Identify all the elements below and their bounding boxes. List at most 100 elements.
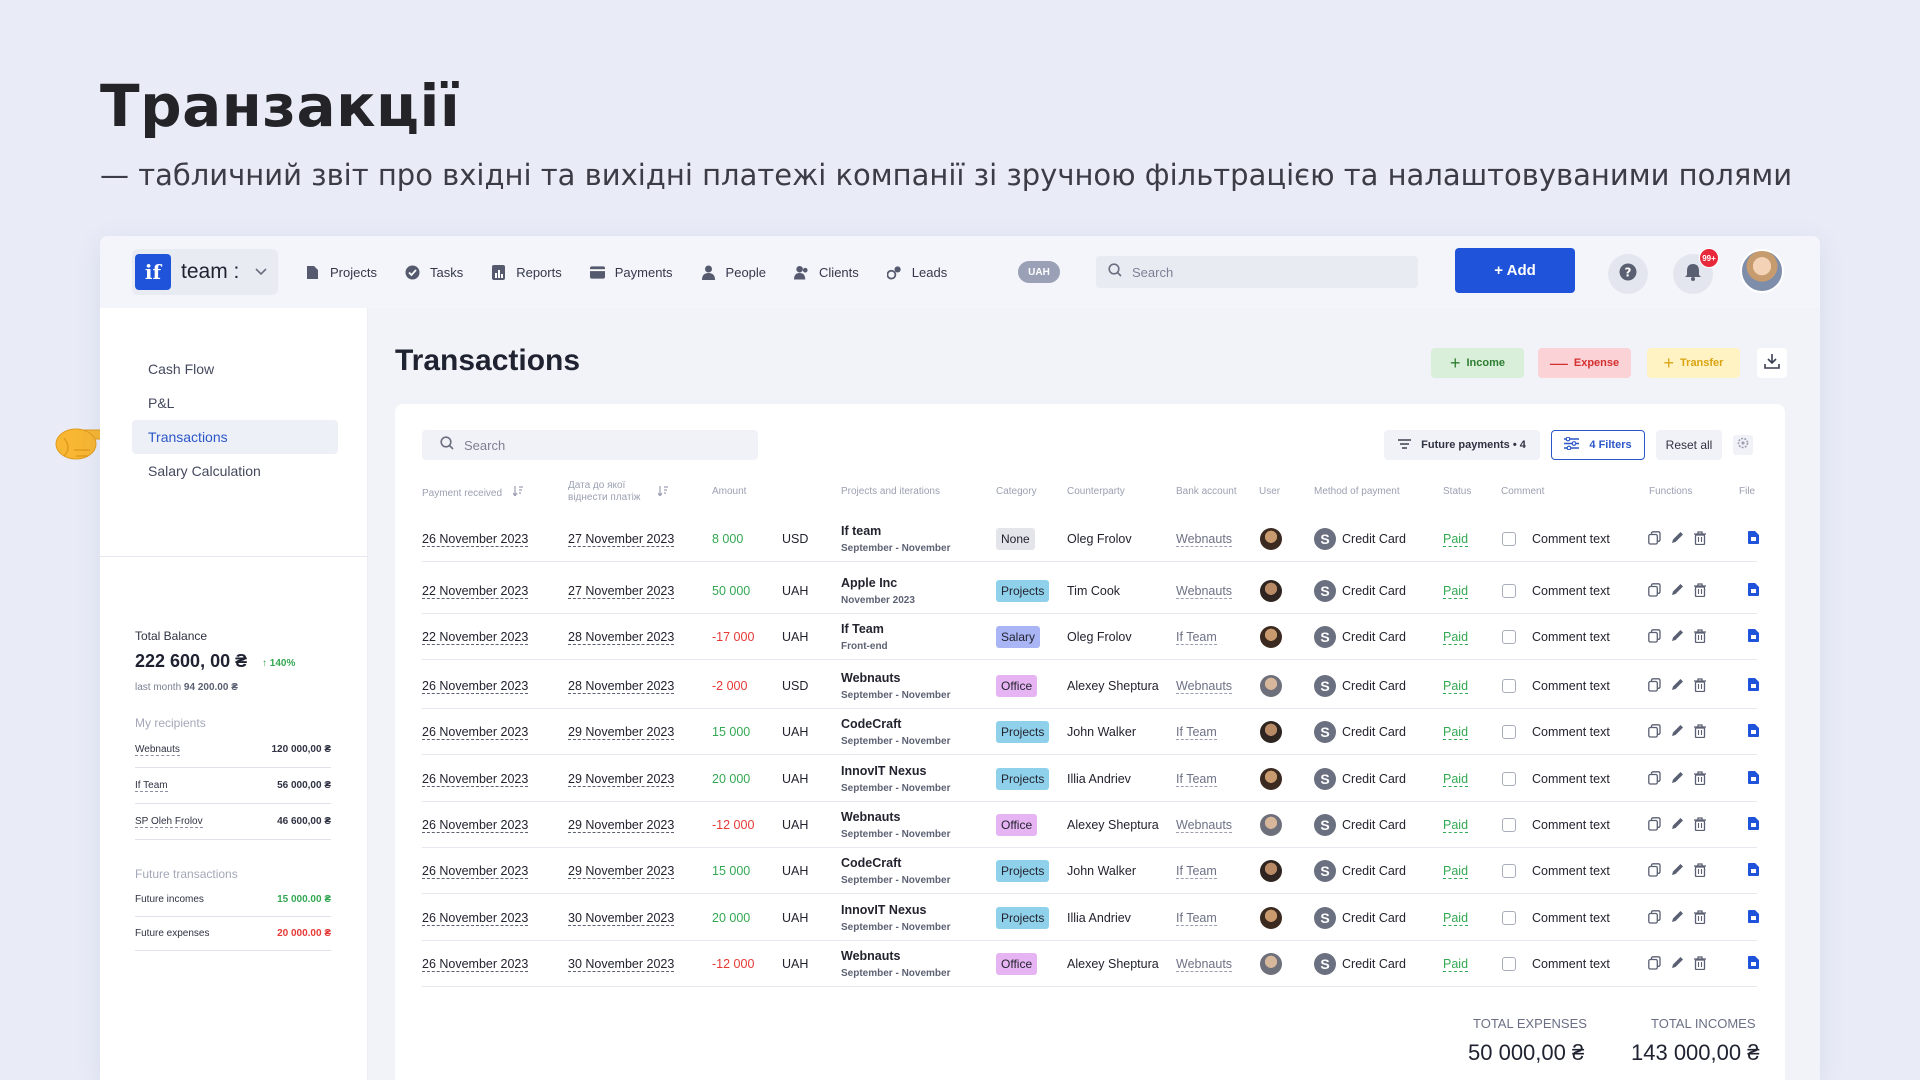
- category-tag[interactable]: Projects: [996, 907, 1050, 929]
- payment-received-date[interactable]: 26 November 2023: [422, 957, 529, 972]
- col-counterparty[interactable]: Counterparty: [1067, 486, 1125, 498]
- copy-icon[interactable]: [1648, 955, 1661, 973]
- avatar[interactable]: [1260, 860, 1282, 882]
- comment-text[interactable]: Comment text: [1532, 630, 1610, 644]
- file-icon[interactable]: [1748, 817, 1759, 833]
- bank-account-link[interactable]: If Team: [1176, 725, 1217, 740]
- bank-account-link[interactable]: If Team: [1176, 911, 1217, 926]
- col-payment-received[interactable]: Payment received: [422, 486, 523, 500]
- payment-received-date[interactable]: 22 November 2023: [422, 584, 529, 599]
- file-icon[interactable]: [1748, 910, 1759, 926]
- pencil-icon[interactable]: [1671, 863, 1684, 879]
- filters-button[interactable]: 4 Filters: [1551, 430, 1645, 460]
- comment-text[interactable]: Comment text: [1532, 532, 1610, 546]
- recipient-name[interactable]: Webnauts: [135, 744, 180, 756]
- col-bank[interactable]: Bank account: [1176, 486, 1237, 498]
- trash-icon[interactable]: [1694, 862, 1706, 880]
- category-tag[interactable]: Office: [996, 675, 1038, 697]
- col-projects[interactable]: Projects and iterations: [841, 486, 940, 498]
- project-cell[interactable]: If team September - November: [841, 516, 950, 562]
- file-icon[interactable]: [1748, 771, 1759, 787]
- trash-icon[interactable]: [1694, 582, 1706, 600]
- trash-icon[interactable]: [1694, 909, 1706, 927]
- attribution-date[interactable]: 29 November 2023: [568, 864, 675, 879]
- reset-all-button[interactable]: Reset all: [1656, 430, 1722, 460]
- recipient-name[interactable]: SP Oleh Frolov: [135, 816, 203, 828]
- table-row[interactable]: 22 November 2023 28 November 2023 -17 000 U…: [422, 614, 1759, 660]
- transfer-button[interactable]: + Transfer: [1647, 348, 1740, 378]
- income-button[interactable]: + Income: [1431, 348, 1524, 378]
- col-file[interactable]: File: [1739, 486, 1755, 498]
- category-tag[interactable]: Projects: [996, 580, 1050, 602]
- status-badge[interactable]: Paid: [1443, 772, 1469, 787]
- comment-text[interactable]: Comment text: [1532, 957, 1610, 971]
- sidebar-item-salary-calculation[interactable]: Salary Calculation: [132, 454, 338, 488]
- pencil-icon[interactable]: [1671, 817, 1684, 833]
- sidebar-item-transactions[interactable]: Transactions: [132, 420, 338, 454]
- copy-icon[interactable]: [1648, 909, 1661, 927]
- avatar[interactable]: [1260, 953, 1282, 975]
- file-icon[interactable]: [1748, 724, 1759, 740]
- help-button[interactable]: ?: [1608, 254, 1648, 294]
- trash-icon[interactable]: [1694, 628, 1706, 646]
- attribution-date[interactable]: 30 November 2023: [568, 957, 675, 972]
- col-functions[interactable]: Functions: [1649, 486, 1692, 498]
- category-tag[interactable]: Projects: [996, 768, 1050, 790]
- copy-icon[interactable]: [1648, 628, 1661, 646]
- pencil-icon[interactable]: [1671, 583, 1684, 599]
- comment-text[interactable]: Comment text: [1532, 584, 1610, 598]
- table-row[interactable]: 26 November 2023 27 November 2023 8 000 USD…: [422, 516, 1759, 562]
- table-search-input[interactable]: [464, 437, 754, 453]
- copy-icon[interactable]: [1648, 677, 1661, 695]
- project-cell[interactable]: CodeCraft September - November: [841, 709, 950, 755]
- table-settings-button[interactable]: [1733, 435, 1753, 455]
- nav-clients[interactable]: Clients: [794, 265, 859, 280]
- copy-icon[interactable]: [1648, 816, 1661, 834]
- table-row[interactable]: 26 November 2023 30 November 2023 -12 000 U…: [422, 941, 1759, 987]
- future-payments-toggle[interactable]: Future payments • 4: [1384, 430, 1540, 460]
- attribution-date[interactable]: 28 November 2023: [568, 679, 675, 694]
- bank-account-link[interactable]: Webnauts: [1176, 957, 1233, 972]
- attribution-date[interactable]: 30 November 2023: [568, 911, 675, 926]
- table-row[interactable]: 26 November 2023 30 November 2023 20 000 UA…: [422, 895, 1759, 941]
- avatar[interactable]: [1260, 528, 1282, 550]
- category-tag[interactable]: Office: [996, 814, 1038, 836]
- payment-received-date[interactable]: 26 November 2023: [422, 532, 529, 547]
- payment-received-date[interactable]: 26 November 2023: [422, 679, 529, 694]
- payment-received-date[interactable]: 26 November 2023: [422, 911, 529, 926]
- col-user[interactable]: User: [1259, 486, 1280, 498]
- attribution-date[interactable]: 28 November 2023: [568, 630, 675, 645]
- nav-projects[interactable]: Projects: [305, 265, 377, 280]
- comment-text[interactable]: Comment text: [1532, 818, 1610, 832]
- status-badge[interactable]: Paid: [1443, 957, 1469, 972]
- file-icon[interactable]: [1748, 629, 1759, 645]
- category-tag[interactable]: Projects: [996, 860, 1050, 882]
- nav-leads[interactable]: Leads: [886, 265, 947, 280]
- trash-icon[interactable]: [1694, 530, 1706, 548]
- table-row[interactable]: 26 November 2023 29 November 2023 -12 000 U…: [422, 802, 1759, 848]
- attribution-date[interactable]: 29 November 2023: [568, 772, 675, 787]
- category-tag[interactable]: None: [996, 528, 1035, 550]
- avatar[interactable]: [1260, 907, 1282, 929]
- col-date-attr[interactable]: Дата до якої віднести платіж: [568, 480, 658, 504]
- bank-account-link[interactable]: Webnauts: [1176, 532, 1233, 547]
- category-tag[interactable]: Projects: [996, 721, 1050, 743]
- category-tag[interactable]: Salary: [996, 626, 1041, 648]
- attribution-date[interactable]: 29 November 2023: [568, 725, 675, 740]
- project-cell[interactable]: Webnauts September - November: [841, 802, 950, 848]
- pencil-icon[interactable]: [1671, 531, 1684, 547]
- status-badge[interactable]: Paid: [1443, 818, 1469, 833]
- pencil-icon[interactable]: [1671, 771, 1684, 787]
- payment-received-date[interactable]: 22 November 2023: [422, 630, 529, 645]
- add-button[interactable]: + Add: [1455, 248, 1575, 293]
- pencil-icon[interactable]: [1671, 956, 1684, 972]
- notifications-button[interactable]: 99+: [1673, 248, 1719, 294]
- avatar[interactable]: [1260, 626, 1282, 648]
- status-badge[interactable]: Paid: [1443, 532, 1469, 547]
- file-icon[interactable]: [1748, 531, 1759, 547]
- project-cell[interactable]: InnovIT Nexus September - November: [841, 756, 950, 802]
- col-status[interactable]: Status: [1443, 486, 1471, 498]
- sort-icon[interactable]: [657, 486, 668, 500]
- table-row[interactable]: 26 November 2023 28 November 2023 -2 000 US…: [422, 663, 1759, 709]
- trash-icon[interactable]: [1694, 677, 1706, 695]
